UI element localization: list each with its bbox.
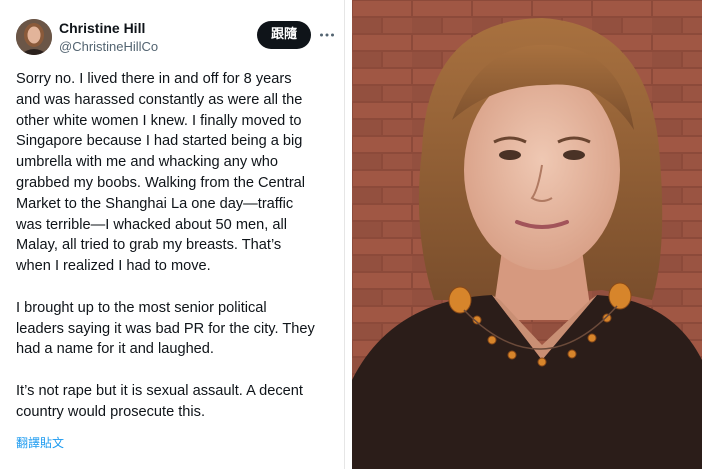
- tweet-paragraph: It’s not rape but it is sexual assault. …: [16, 382, 303, 420]
- tweet-paragraph: Sorry no. I lived there in and off for 8…: [16, 71, 306, 275]
- follow-button[interactable]: 跟隨: [257, 21, 311, 49]
- user-handle[interactable]: @ChristineHillCo: [59, 39, 158, 54]
- translate-post-link[interactable]: 翻譯貼文: [16, 434, 64, 451]
- tweet-paragraph: I brought up to the most senior politica…: [16, 299, 315, 358]
- avatar[interactable]: [16, 19, 52, 55]
- portrait-photo: [352, 0, 702, 469]
- tweet-text: Sorry no. I lived there in and off for 8…: [16, 69, 338, 423]
- tweet-card: Christine Hill @ChristineHillCo 跟隨 Sorry…: [0, 0, 345, 469]
- screenshot-composite: Christine Hill @ChristineHillCo 跟隨 Sorry…: [0, 0, 702, 469]
- more-horizontal-icon[interactable]: [318, 26, 336, 44]
- display-name[interactable]: Christine Hill: [59, 20, 145, 36]
